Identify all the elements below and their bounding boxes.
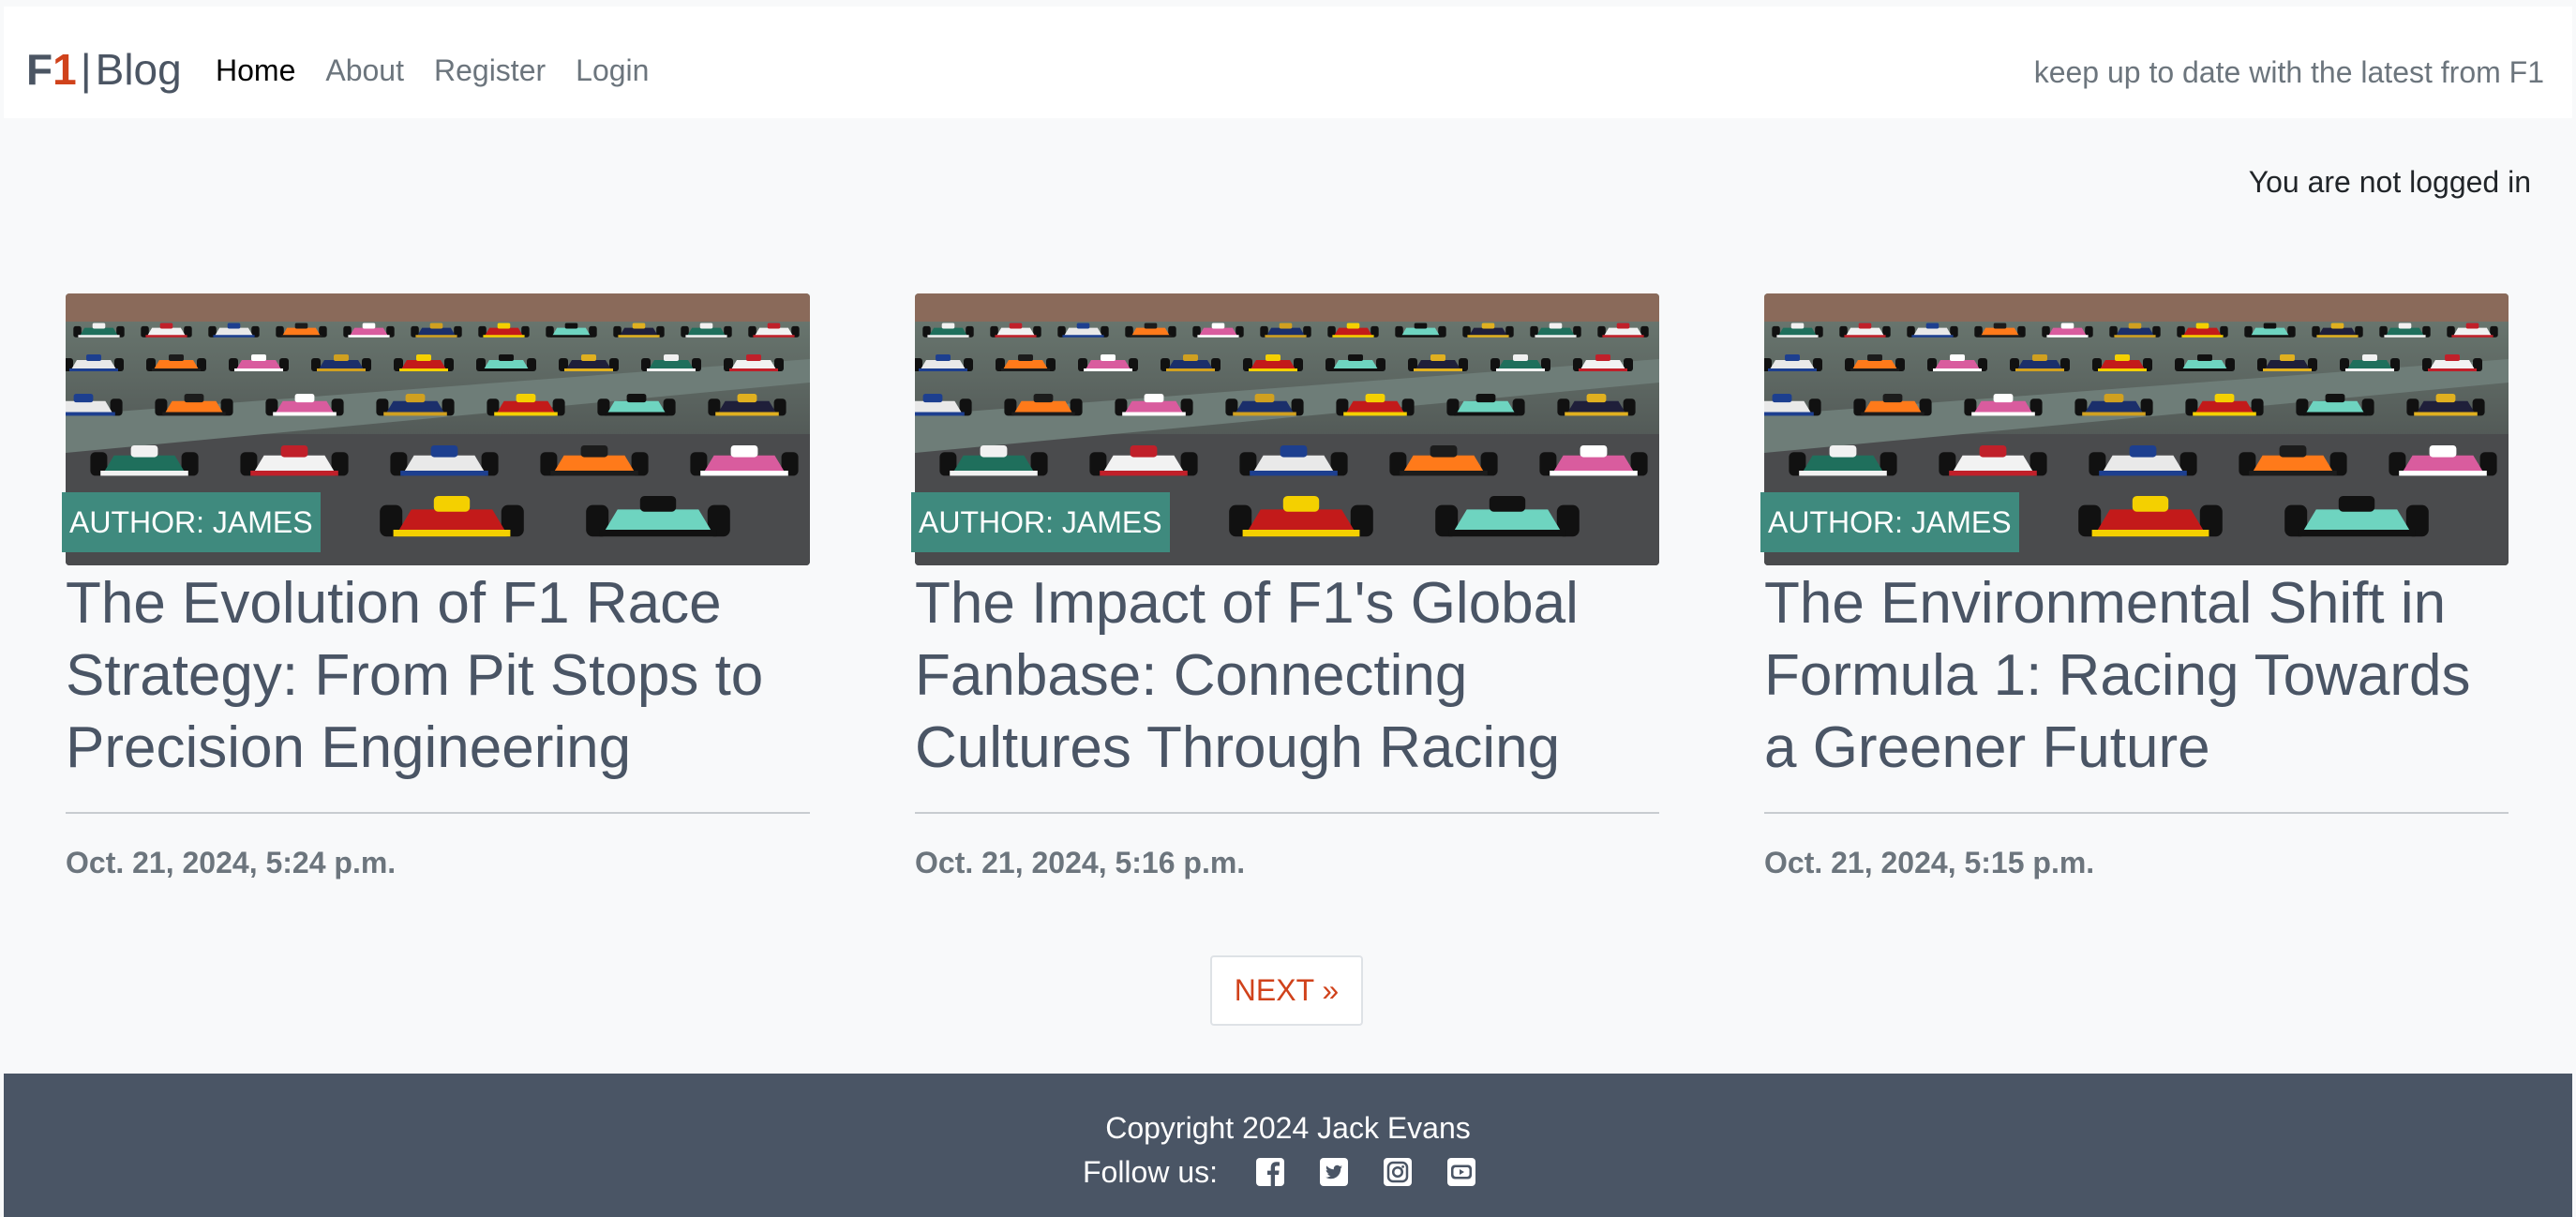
nav-link-about[interactable]: About	[325, 50, 404, 91]
brand-f: F	[26, 45, 53, 94]
post-divider	[66, 812, 810, 814]
post-divider	[1764, 812, 2509, 814]
post-card[interactable]: AUTHOR: JAMES The Impact of F1's Global …	[911, 293, 1659, 894]
instagram-icon[interactable]	[1383, 1157, 1413, 1187]
post-card[interactable]: AUTHOR: JAMES The Environmental Shift in…	[1760, 293, 2509, 894]
facebook-icon[interactable]	[1255, 1157, 1285, 1187]
next-page-button[interactable]: NEXT »	[1210, 955, 1363, 1026]
nav-link-home[interactable]: Home	[216, 50, 295, 91]
youtube-icon[interactable]	[1446, 1157, 1476, 1187]
brand-one: 1	[52, 45, 77, 94]
author-badge: AUTHOR: JAMES	[62, 492, 321, 552]
copyright-text: Copyright 2024 Jack Evans	[1105, 1111, 1471, 1145]
follow-label: Follow us:	[1082, 1155, 1219, 1189]
post-card[interactable]: AUTHOR: JAMES The Evolution of F1 Race S…	[62, 293, 810, 894]
nav-link-login[interactable]: Login	[576, 50, 649, 91]
post-title[interactable]: The Evolution of F1 Race Strategy: From …	[66, 567, 810, 784]
login-status: You are not logged in	[2248, 165, 2531, 199]
nav-links: Home About Register Login	[216, 50, 679, 91]
navbar: F 1 | Blog Home About Register Login keep u…	[4, 7, 2572, 118]
post-title[interactable]: The Impact of F1's Global Fanbase: Conne…	[915, 567, 1659, 784]
nav-link-register[interactable]: Register	[434, 50, 546, 91]
author-badge: AUTHOR: JAMES	[1760, 492, 2019, 552]
footer: Copyright 2024 Jack Evans Follow us:	[4, 1074, 2572, 1217]
post-date: Oct. 21, 2024, 5:15 p.m.	[1764, 846, 2095, 879]
post-date: Oct. 21, 2024, 5:24 p.m.	[66, 846, 397, 879]
brand-logo[interactable]: F 1 | Blog	[26, 40, 182, 98]
nav-tagline: keep up to date with the latest from F1	[2033, 55, 2544, 89]
post-title[interactable]: The Environmental Shift in Formula 1: Ra…	[1764, 567, 2509, 784]
social-links: Follow us:	[4, 1151, 2572, 1193]
post-date: Oct. 21, 2024, 5:16 p.m.	[915, 846, 1246, 879]
post-list: AUTHOR: JAMES The Evolution of F1 Race S…	[62, 293, 2510, 894]
twitter-icon[interactable]	[1319, 1157, 1349, 1187]
author-badge: AUTHOR: JAMES	[911, 492, 1170, 552]
post-divider	[915, 812, 1659, 814]
brand-blog: Blog	[95, 45, 182, 94]
brand-separator: |	[80, 45, 92, 94]
